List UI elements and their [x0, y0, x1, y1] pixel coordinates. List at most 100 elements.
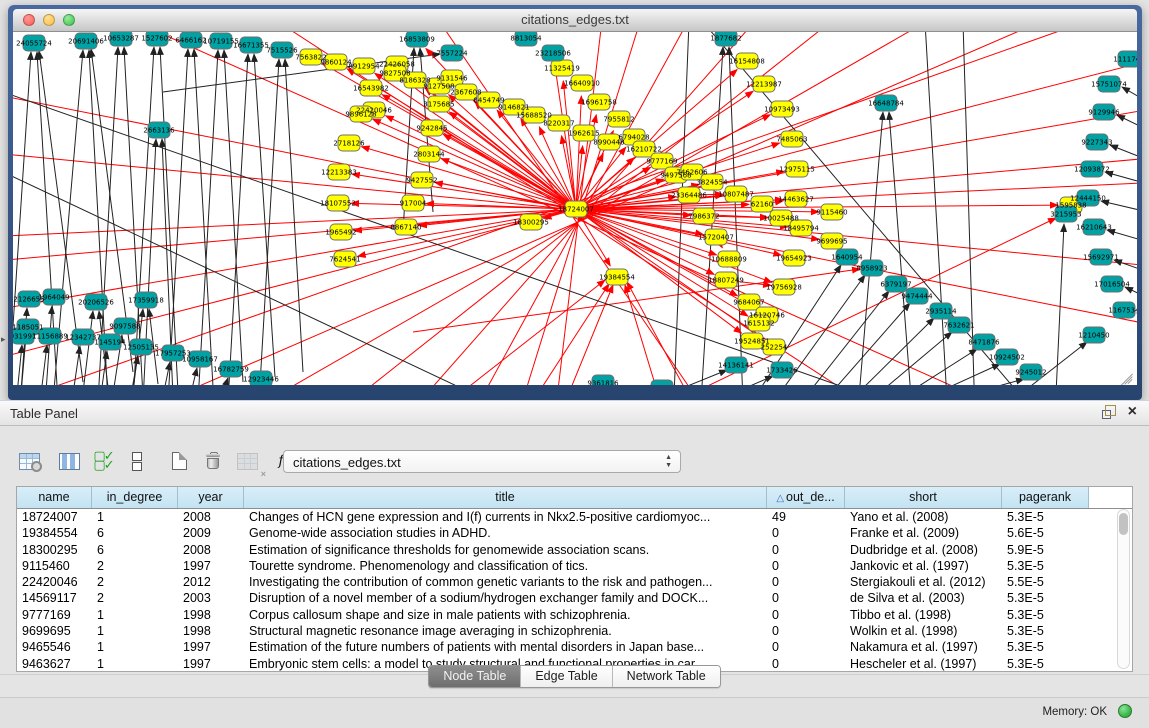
new-table-icon[interactable] — [164, 448, 194, 474]
table-select-value: citations_edges.txt — [293, 455, 401, 470]
svg-text:15751074: 15751074 — [1091, 81, 1127, 89]
table-cell: 5.6E-5 — [1002, 525, 1089, 541]
svg-text:12444150: 12444150 — [1070, 195, 1106, 203]
svg-text:9860124: 9860124 — [320, 59, 352, 67]
table-cell: Disruption of a novel member of a sodium… — [244, 590, 767, 606]
svg-text:1877682: 1877682 — [710, 35, 741, 43]
window-titlebar[interactable]: citations_edges.txt — [13, 9, 1137, 32]
table-cell: Franke et al. (2009) — [845, 525, 1002, 541]
status-bar: Memory: OK — [0, 697, 1149, 728]
svg-text:8471876: 8471876 — [968, 339, 1000, 347]
svg-text:19756928: 19756928 — [766, 284, 802, 292]
svg-text:12505135: 12505135 — [123, 344, 159, 352]
table-row[interactable]: 1830029562008Estimation of significance … — [17, 542, 1132, 558]
table-cell: 0 — [767, 574, 845, 590]
svg-text:20206526: 20206526 — [78, 299, 114, 307]
window-resize-grip[interactable] — [1121, 369, 1135, 383]
table-cell: 1 — [92, 607, 178, 623]
column-header-out-de-[interactable]: △out_de... — [767, 487, 845, 508]
svg-text:15720407: 15720407 — [698, 234, 734, 242]
svg-text:16648784: 16648784 — [868, 100, 904, 108]
svg-text:2663136: 2663136 — [143, 127, 175, 135]
table-cell: Tibbo et al. (1998) — [845, 607, 1002, 623]
table-cell: 2 — [92, 590, 178, 606]
table-cell: 0 — [767, 607, 845, 623]
table-cell: 5.5E-5 — [1002, 574, 1089, 590]
table-cell: 6 — [92, 525, 178, 541]
svg-text:7986372: 7986372 — [688, 213, 719, 221]
table-row[interactable]: 911546021997Tourette syndrome. Phenomeno… — [17, 558, 1132, 574]
svg-text:1111742: 1111742 — [1113, 56, 1137, 64]
svg-text:8958923: 8958923 — [856, 265, 887, 273]
svg-text:19384554: 19384554 — [599, 274, 635, 282]
table-cell: 2 — [92, 574, 178, 590]
float-window-icon[interactable] — [1102, 405, 1116, 419]
svg-text:2803144: 2803144 — [413, 151, 445, 159]
column-header-pagerank[interactable]: pagerank — [1002, 487, 1089, 508]
table-mode-tabs: Node Table Edge Table Network Table — [428, 665, 720, 688]
svg-text:7624541: 7624541 — [329, 256, 360, 264]
table-cell: 5.9E-5 — [1002, 542, 1089, 558]
svg-text:9684067: 9684067 — [733, 299, 764, 307]
column-header-in-degree[interactable]: in_degree — [92, 487, 178, 508]
column-header-name[interactable]: name — [17, 487, 92, 508]
table-cell: 9699695 — [17, 623, 92, 639]
svg-text:9115460: 9115460 — [816, 209, 847, 217]
row-format-icon[interactable] — [122, 448, 152, 474]
table-cell: 5.3E-5 — [1002, 509, 1089, 525]
scrollbar-thumb[interactable] — [1119, 513, 1128, 535]
svg-text:15688520: 15688520 — [516, 112, 552, 120]
table-cell: 2 — [92, 558, 178, 574]
table-cell: 2008 — [178, 509, 244, 525]
svg-text:1595838: 1595838 — [1055, 202, 1086, 210]
node-table[interactable]: namein_degreeyeartitle△out_de...shortpag… — [16, 486, 1133, 672]
column-header-title[interactable]: title — [244, 487, 767, 508]
close-panel-icon[interactable]: × — [1128, 405, 1137, 419]
table-cell: 1997 — [178, 639, 244, 655]
memory-status-icon[interactable] — [1118, 704, 1132, 718]
svg-text:2935114: 2935114 — [925, 308, 957, 316]
delete-table-icon[interactable] — [198, 448, 228, 474]
table-row[interactable]: 977716911998Corpus callosum shape and si… — [17, 607, 1132, 623]
table-panel-titlebar: Table Panel × — [0, 400, 1149, 426]
table-row[interactable]: 2242004622012Investigating the contribut… — [17, 574, 1132, 590]
vertical-scrollbar[interactable] — [1117, 509, 1130, 669]
svg-text:12213383: 12213383 — [321, 169, 357, 177]
column-header-short[interactable]: short — [845, 487, 1002, 508]
svg-text:16853809: 16853809 — [399, 36, 435, 44]
table-cell: 5.3E-5 — [1002, 639, 1089, 655]
svg-text:18724007: 18724007 — [558, 206, 594, 214]
svg-text:8220317: 8220317 — [543, 120, 574, 128]
tab-edge-table[interactable]: Edge Table — [520, 666, 611, 687]
svg-text:9129946: 9129946 — [1088, 109, 1120, 117]
svg-text:23218506: 23218506 — [535, 50, 571, 58]
column-chooser-icon[interactable] — [54, 448, 84, 474]
svg-text:16671355: 16671355 — [233, 42, 269, 50]
table-cell: Investigating the contribution of common… — [244, 574, 767, 590]
svg-text:16210722: 16210722 — [626, 146, 662, 154]
svg-text:9361816: 9361816 — [587, 380, 619, 386]
svg-text:3175685: 3175685 — [423, 101, 454, 109]
svg-text:12093872: 12093872 — [1074, 166, 1110, 174]
table-cell: Nakamura et al. (1997) — [845, 639, 1002, 655]
svg-text:16154808: 16154808 — [729, 58, 765, 66]
network-canvas[interactable]: 1872400775638229860124891295422426058982… — [13, 32, 1137, 385]
table-select-dropdown[interactable]: citations_edges.txt ▲▼ — [283, 450, 681, 473]
table-row[interactable]: 969969511998Structural magnetic resonanc… — [17, 623, 1132, 639]
table-row[interactable]: 946554611997Estimation of the future num… — [17, 639, 1132, 655]
table-row[interactable]: 1938455462009Genome-wide association stu… — [17, 525, 1132, 541]
table-row[interactable]: 1456911722003Disruption of a novel membe… — [17, 590, 1132, 606]
svg-text:8867140: 8867140 — [390, 224, 421, 232]
tab-node-table[interactable]: Node Table — [429, 666, 520, 687]
table-row[interactable]: 1872400712008Changes of HCN gene express… — [17, 509, 1132, 525]
svg-text:1185051: 1185051 — [13, 324, 44, 332]
svg-text:1962615: 1962615 — [568, 130, 599, 138]
table-settings-icon[interactable] — [14, 448, 44, 474]
column-header-year[interactable]: year — [178, 487, 244, 508]
citation-network-graph[interactable]: 1872400775638229860124891295422426058982… — [13, 32, 1137, 385]
tab-network-table[interactable]: Network Table — [612, 666, 720, 687]
panel-collapse-handle-icon[interactable]: ▸ — [1, 334, 6, 345]
svg-text:18495794: 18495794 — [783, 225, 819, 233]
svg-text:10924502: 10924502 — [989, 354, 1025, 362]
select-columns-icon[interactable]: ▢✓▢✓ — [88, 448, 118, 474]
